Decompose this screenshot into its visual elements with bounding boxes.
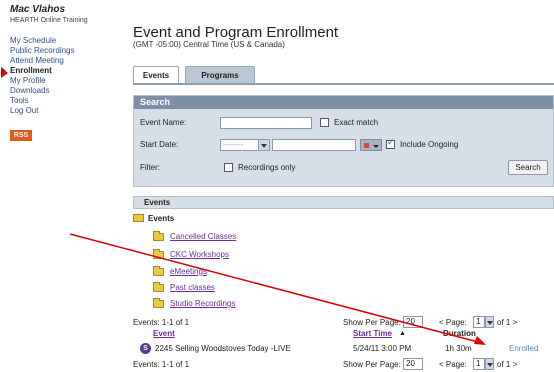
rss-button[interactable]: RSS xyxy=(10,130,32,141)
column-event[interactable]: Event xyxy=(153,329,175,338)
sidebar-item-log-out[interactable]: Log Out xyxy=(10,106,74,116)
main-content: Event and Program Enrollment (GMT -05:00… xyxy=(133,0,554,372)
page-of-text: of 1 > xyxy=(497,318,518,327)
start-date-input[interactable] xyxy=(272,139,356,151)
table-row: S 2245 Selling Woodstoves Today -LIVE 5/… xyxy=(133,343,554,354)
sidebar: Mac Vlahos HEARTH Online Training My Sch… xyxy=(0,0,115,372)
timezone-text: (GMT -05:00) Central Time (US & Canada) xyxy=(133,40,285,49)
folder-link-studio-recordings[interactable]: Studio Recordings xyxy=(170,299,235,308)
folder-icon xyxy=(153,298,164,308)
page-select[interactable]: 1 xyxy=(473,316,485,328)
per-page-input[interactable]: 20 xyxy=(403,358,423,370)
per-page-label: Show Per Page: xyxy=(343,360,401,369)
events-header: Events xyxy=(133,196,554,209)
folder-open-icon xyxy=(133,214,144,222)
event-count: Events: 1-1 of 1 xyxy=(133,318,190,327)
event-name-label: Event Name: xyxy=(140,118,187,127)
active-arrow-icon xyxy=(1,67,6,75)
event-start-time: 5/24/11 3:00 PM xyxy=(353,344,412,353)
event-name-input[interactable] xyxy=(220,117,312,129)
chevron-down-icon[interactable] xyxy=(485,358,494,370)
pager-bottom: Events: 1-1 of 1 Show Per Page: 20 < Pag… xyxy=(133,358,554,371)
exact-match-checkbox[interactable] xyxy=(320,118,329,127)
recordings-only-checkbox[interactable] xyxy=(224,163,233,172)
sidebar-item-my-schedule[interactable]: My Schedule xyxy=(10,36,74,46)
include-ongoing-checkbox[interactable] xyxy=(386,138,395,149)
exact-match-label: Exact match xyxy=(334,118,379,127)
root-folder-label[interactable]: Events xyxy=(148,214,174,223)
per-page-label: Show Per Page: xyxy=(343,318,401,327)
session-icon: S xyxy=(140,343,151,354)
events-panel: Events Events Cancelled Classes CKC Work… xyxy=(133,196,554,311)
tab-programs[interactable]: Programs xyxy=(185,66,255,84)
folder-link-cancelled-classes[interactable]: Cancelled Classes xyxy=(170,232,236,241)
per-page-input[interactable]: 20 xyxy=(403,316,423,328)
folder-link-ckc-workshops[interactable]: CKC Workshops xyxy=(170,250,229,259)
sidebar-item-downloads[interactable]: Downloads xyxy=(10,86,74,96)
tab-divider xyxy=(133,83,554,85)
column-duration: Duration xyxy=(443,329,476,338)
search-panel: Search Event Name: Exact match Start Dat… xyxy=(133,95,554,187)
search-button[interactable]: Search xyxy=(508,160,548,175)
folder-icon xyxy=(153,282,164,292)
start-date-label: Start Date: xyxy=(140,140,179,149)
sidebar-item-public-recordings[interactable]: Public Recordings xyxy=(10,46,74,56)
table-header: Event Start Time ▲ Duration xyxy=(133,329,554,339)
event-title[interactable]: 2245 Selling Woodstoves Today -LIVE xyxy=(155,344,291,353)
start-date-select[interactable]: -------- xyxy=(220,139,260,151)
column-start-time[interactable]: Start Time xyxy=(353,329,392,338)
page-label: < Page: xyxy=(439,360,467,369)
folder-link-emeetings[interactable]: eMeetings xyxy=(170,267,207,276)
folder-link-past-classes[interactable]: Past classes xyxy=(170,283,215,292)
tab-events[interactable]: Events xyxy=(133,66,179,84)
filter-label: Filter: xyxy=(140,163,160,172)
page-title: Event and Program Enrollment xyxy=(133,24,339,41)
sidebar-item-attend-meeting[interactable]: Attend Meeting xyxy=(10,56,74,66)
include-ongoing-label: Include Ongoing xyxy=(400,140,459,149)
sidebar-item-tools[interactable]: Tools xyxy=(10,96,74,106)
page-select[interactable]: 1 xyxy=(473,358,485,370)
folder-icon xyxy=(153,231,164,241)
sidebar-item-enrollment[interactable]: Enrollment xyxy=(1,66,74,76)
folder-icon xyxy=(153,266,164,276)
sidebar-nav: My Schedule Public Recordings Attend Mee… xyxy=(1,36,74,116)
user-name: Mac Vlahos xyxy=(10,4,66,15)
folder-icon xyxy=(153,249,164,259)
calendar-icon[interactable] xyxy=(360,139,382,151)
chevron-down-icon[interactable] xyxy=(258,139,270,151)
chevron-down-icon[interactable] xyxy=(485,316,494,328)
org-name: HEARTH Online Training xyxy=(10,17,88,24)
enrolled-status-link[interactable]: Enrolled xyxy=(509,344,538,353)
event-count: Events: 1-1 of 1 xyxy=(133,360,190,369)
page-of-text: of 1 > xyxy=(497,360,518,369)
event-duration: 1h 30m xyxy=(445,344,472,353)
recordings-only-label: Recordings only xyxy=(238,163,296,172)
page-label: < Page: xyxy=(439,318,467,327)
pager-top: Events: 1-1 of 1 Show Per Page: 20 < Pag… xyxy=(133,316,554,329)
sort-asc-icon: ▲ xyxy=(399,330,406,337)
sidebar-item-my-profile[interactable]: My Profile xyxy=(10,76,74,86)
sidebar-item-enrollment-label: Enrollment xyxy=(10,66,52,75)
search-header: Search xyxy=(134,96,553,109)
